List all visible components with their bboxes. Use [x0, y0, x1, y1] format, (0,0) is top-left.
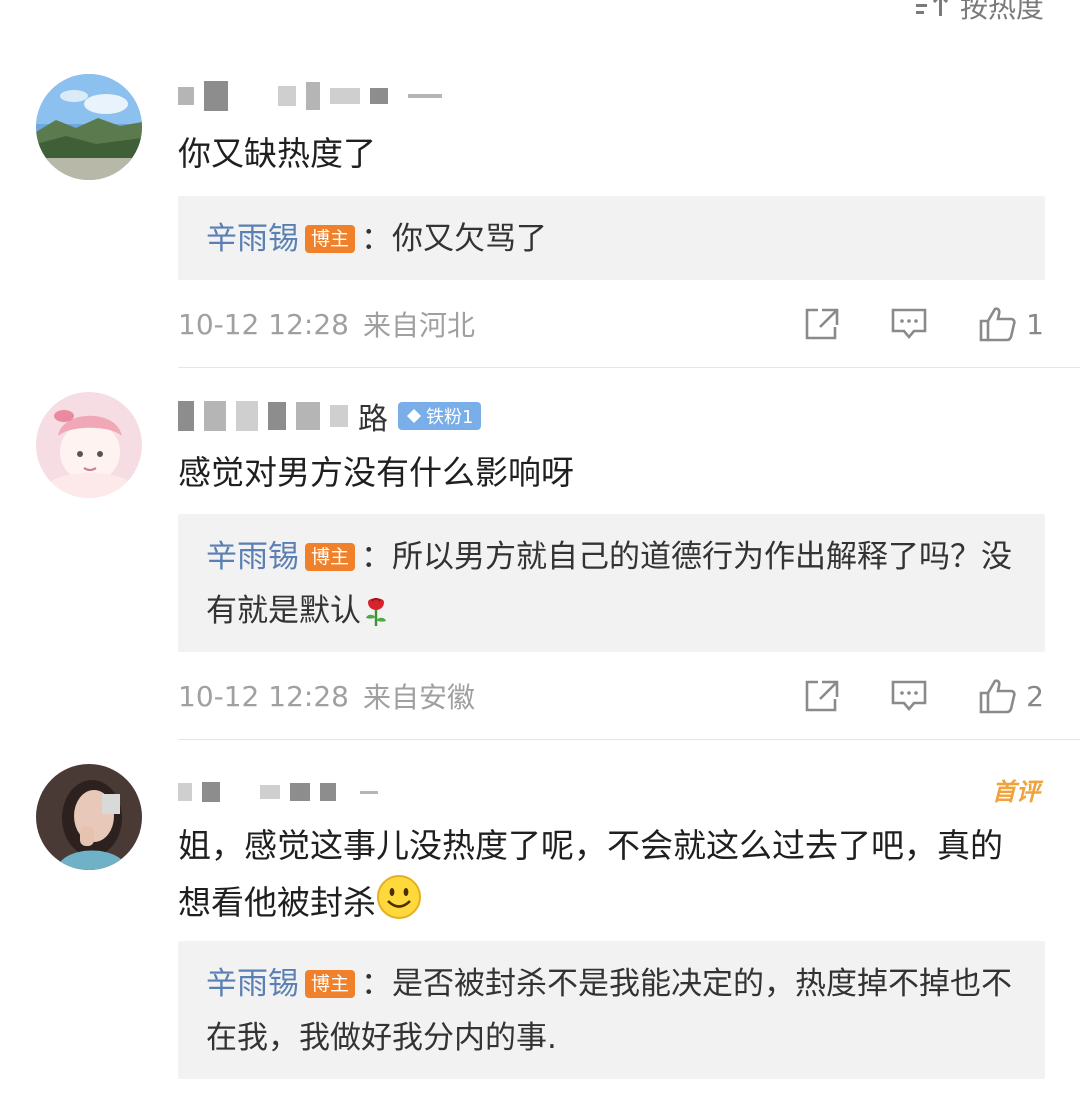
avatar[interactable]	[36, 764, 142, 870]
reply-text: ：你又欠骂了	[361, 221, 548, 257]
like-count: 1	[1026, 307, 1044, 341]
first-comment-badge: 首评	[992, 778, 1040, 806]
like-button[interactable]: 2	[978, 678, 1044, 714]
avatar[interactable]	[36, 74, 142, 180]
username[interactable]	[178, 772, 388, 812]
comment-time: 10-12 12:28	[178, 679, 349, 713]
host-badge: 博主	[305, 543, 356, 571]
share-icon	[805, 308, 839, 340]
comment-actions: 1	[804, 300, 1044, 348]
comment-text: 姐，感觉这事儿没热度了呢，不会就这么过去了吧，真的想看他被封杀	[178, 818, 1028, 937]
sort-icon	[915, 0, 950, 19]
reply-button[interactable]	[890, 679, 928, 713]
comment-icon	[891, 680, 927, 712]
comment-location: 来自河北	[362, 309, 475, 342]
reply-author-name[interactable]: 辛雨锡	[206, 539, 299, 575]
host-badge: 博主	[305, 225, 356, 253]
comment-text: 感觉对男方没有什么影响呀	[178, 453, 574, 492]
comment-text: 你又缺热度了	[178, 134, 376, 173]
rose-emoji-icon	[361, 590, 391, 644]
comment-icon	[891, 308, 927, 340]
smile-emoji-icon	[376, 874, 422, 937]
share-button[interactable]	[804, 307, 840, 341]
thumbs-up-icon	[979, 679, 1016, 714]
reply-author-name[interactable]: 辛雨锡	[206, 966, 299, 1002]
reply-button[interactable]	[890, 307, 928, 341]
author-reply[interactable]: 辛雨锡 博主 ：所以男方就自己的道德行为作出解释了吗？没有就是默认	[178, 514, 1045, 652]
sort-toggle[interactable]: 按热度	[915, 0, 1044, 26]
diamond-icon	[407, 409, 421, 423]
username[interactable]	[178, 76, 452, 116]
avatar[interactable]	[36, 392, 142, 498]
fan-badge: 铁粉1	[398, 402, 482, 430]
like-count: 2	[1026, 679, 1044, 713]
author-reply[interactable]: 辛雨锡 博主 ：是否被封杀不是我能决定的，热度掉不掉也不在我，我做好我分内的事.	[178, 941, 1045, 1079]
comment-location: 来自安徽	[362, 681, 475, 714]
sort-label: 按热度	[959, 0, 1044, 24]
reply-author-name[interactable]: 辛雨锡	[206, 221, 299, 257]
comment-time: 10-12 12:28	[178, 307, 349, 341]
share-button[interactable]	[804, 679, 840, 713]
host-badge: 博主	[305, 970, 356, 998]
author-reply[interactable]: 辛雨锡 博主 ：你又欠骂了	[178, 196, 1045, 280]
thumbs-up-icon	[979, 307, 1016, 342]
username[interactable]: 路 铁粉1	[178, 396, 482, 437]
like-button[interactable]: 1	[978, 306, 1044, 342]
share-icon	[805, 680, 839, 712]
comment-actions: 2	[804, 672, 1044, 720]
